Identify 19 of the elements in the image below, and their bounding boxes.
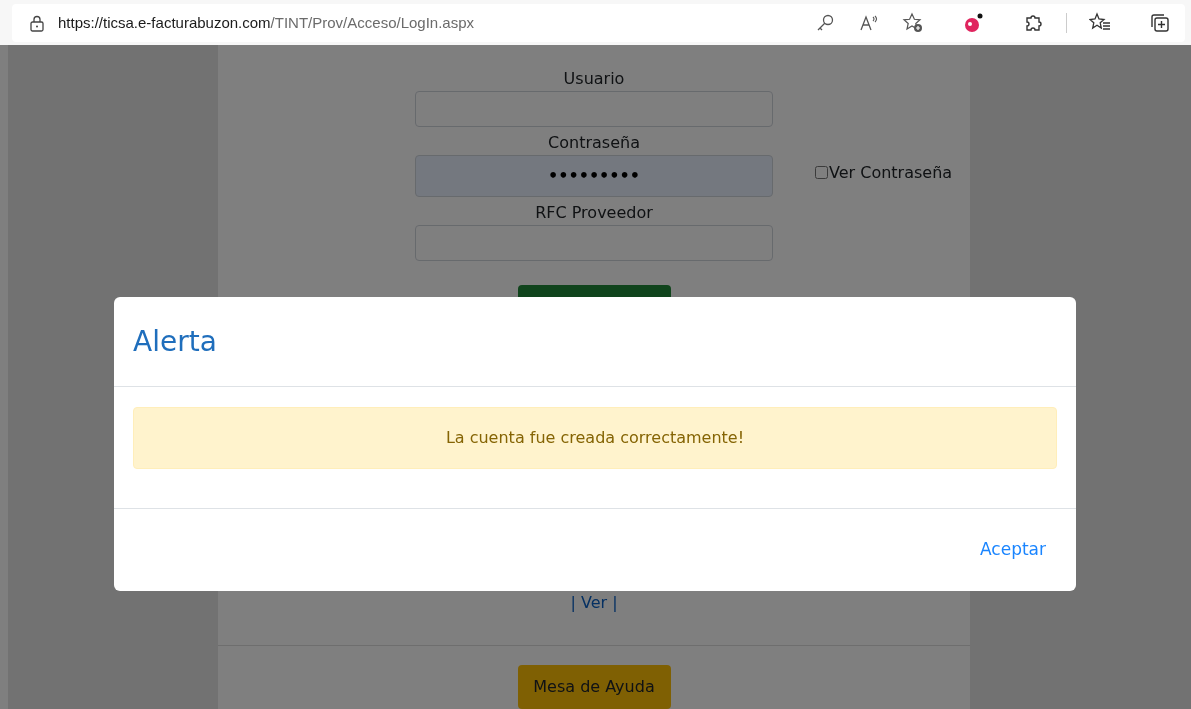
collections-icon[interactable] [1149,12,1171,34]
url-text: https://ticsa.e-facturabuzon.com/TINT/Prov/Acceso/LogIn.aspx [58,12,475,33]
add-favorite-icon[interactable] [902,12,924,34]
view-link[interactable]: | Ver | [570,591,618,616]
input-field[interactable]: ••••••••• [415,154,773,197]
dialog-title: Alerta [133,324,217,359]
input-field[interactable] [415,224,773,261]
help-desk-button[interactable]: Mesa de Ayuda [517,665,671,709]
field-label: Contraseña [548,131,640,154]
alert-message: La cuenta fue creada correctamente! [133,407,1057,469]
lock-icon [30,14,44,32]
extension-icon[interactable] [962,12,984,34]
show-password-checkbox[interactable] [815,166,828,180]
field-label: Usuario [563,67,625,90]
field-label: RFC Proveedor [535,201,653,224]
input-field[interactable] [415,90,773,127]
checkbox-label[interactable]: Ver Contraseña [829,160,953,185]
address-field[interactable]: https://ticsa.e-facturabuzon.com/TINT/Prov/Acceso/LogIn.aspx [12,4,1185,42]
accept-button[interactable]: Aceptar [972,537,1054,563]
